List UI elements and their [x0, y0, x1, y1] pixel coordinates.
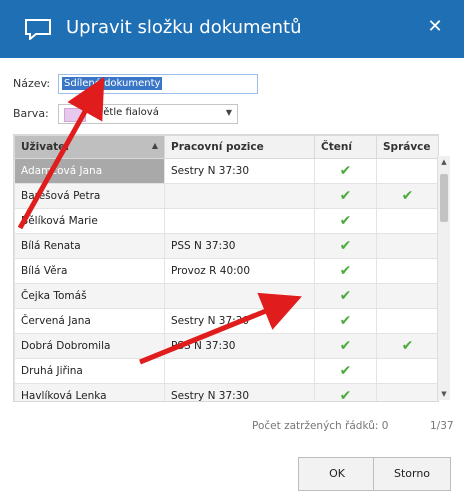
position-cell: PSS N 37:30 — [164, 233, 315, 259]
table-row[interactable]: Červená Jana Sestry N 37:30 ✔ — [14, 308, 438, 334]
read-checkbox[interactable]: ✔ — [314, 183, 377, 209]
admin-checkbox[interactable] — [376, 258, 438, 284]
color-label: Barva: — [13, 107, 49, 120]
user-cell: Bílá Renata — [14, 233, 165, 259]
column-header-user-label: Uživatel — [21, 141, 69, 153]
check-icon: ✔ — [401, 188, 414, 204]
close-icon[interactable]: ✕ — [424, 16, 446, 38]
check-icon: ✔ — [339, 188, 352, 204]
admin-checkbox[interactable] — [376, 233, 438, 259]
ok-button[interactable]: OK — [298, 457, 376, 491]
user-cell: Dobrá Dobromila — [14, 333, 165, 359]
read-checkbox[interactable]: ✔ — [314, 158, 377, 184]
check-icon: ✔ — [339, 238, 352, 254]
position-cell: Sestry N 37:30 — [164, 308, 315, 334]
check-icon: ✔ — [401, 338, 414, 354]
table-row[interactable]: Bělíková Marie ✔ — [14, 208, 438, 234]
admin-checkbox[interactable]: ✔ — [376, 183, 438, 209]
user-cell: Bělíková Marie — [14, 208, 165, 234]
scroll-up-icon[interactable]: ▲ — [438, 156, 450, 168]
users-grid[interactable]: Uživatel ▲ Pracovní pozice Čtení Správce… — [13, 134, 439, 402]
scroll-down-icon[interactable]: ▼ — [438, 388, 450, 400]
check-icon: ✔ — [339, 213, 352, 229]
read-checkbox[interactable]: ✔ — [314, 233, 377, 259]
admin-checkbox[interactable] — [376, 308, 438, 334]
user-cell: Havlíková Lenka — [14, 383, 165, 401]
check-icon: ✔ — [339, 388, 352, 402]
table-row[interactable]: Bílá Renata PSS N 37:30 ✔ — [14, 233, 438, 259]
chevron-down-icon[interactable]: ▼ — [226, 108, 232, 117]
read-checkbox[interactable]: ✔ — [314, 333, 377, 359]
read-checkbox[interactable]: ✔ — [314, 383, 377, 402]
user-cell: Bílá Věra — [14, 258, 165, 284]
column-header-position[interactable]: Pracovní pozice — [164, 135, 315, 159]
title-bar: Upravit složku dokumentů ✕ — [0, 0, 464, 58]
grid-header-row: Uživatel ▲ Pracovní pozice Čtení Správce — [14, 135, 438, 159]
column-header-user[interactable]: Uživatel ▲ — [14, 135, 165, 159]
check-icon: ✔ — [339, 288, 352, 304]
cancel-button[interactable]: Storno — [373, 457, 451, 491]
admin-checkbox[interactable] — [376, 208, 438, 234]
check-icon: ✔ — [339, 363, 352, 379]
table-row[interactable]: Adamcová Jana Sestry N 37:30 ✔ — [14, 158, 438, 184]
color-swatch — [64, 108, 86, 122]
admin-checkbox[interactable] — [376, 158, 438, 184]
name-label: Název: — [13, 77, 51, 90]
color-select[interactable]: Světle fialová ▼ — [58, 104, 238, 124]
user-cell: Červená Jana — [14, 308, 165, 334]
position-cell — [164, 208, 315, 234]
user-cell: Druhá Jiřina — [14, 358, 165, 384]
color-select-value: Světle fialová — [91, 107, 159, 118]
table-row[interactable]: Havlíková Lenka Sestry N 37:30 ✔ — [14, 383, 438, 402]
user-cell: Adamcová Jana — [14, 158, 165, 184]
check-icon: ✔ — [339, 338, 352, 354]
dialog-title: Upravit složku dokumentů — [66, 17, 302, 38]
check-icon: ✔ — [339, 163, 352, 179]
read-checkbox[interactable]: ✔ — [314, 283, 377, 309]
position-cell: PSS N 37:30 — [164, 333, 315, 359]
position-cell — [164, 283, 315, 309]
read-checkbox[interactable]: ✔ — [314, 258, 377, 284]
table-row[interactable]: Čejka Tomáš ✔ — [14, 283, 438, 309]
position-cell — [164, 358, 315, 384]
column-header-read[interactable]: Čtení — [314, 135, 377, 159]
admin-checkbox[interactable] — [376, 383, 438, 401]
page-indicator: 1/37 — [430, 420, 454, 432]
sort-asc-icon: ▲ — [151, 141, 158, 150]
admin-checkbox[interactable] — [376, 283, 438, 309]
position-cell: Provoz R 40:00 — [164, 258, 315, 284]
scrollbar-thumb[interactable] — [440, 174, 448, 222]
user-cell: Čejka Tomáš — [14, 283, 165, 309]
chat-icon — [25, 19, 51, 40]
name-input-value: Sdílené dokumenty — [62, 77, 163, 90]
admin-checkbox[interactable]: ✔ — [376, 333, 438, 359]
read-checkbox[interactable]: ✔ — [314, 358, 377, 384]
user-cell: Barešová Petra — [14, 183, 165, 209]
check-icon: ✔ — [339, 263, 352, 279]
position-cell — [164, 183, 315, 209]
table-row[interactable]: Dobrá Dobromila PSS N 37:30 ✔ ✔ — [14, 333, 438, 359]
table-row[interactable]: Bílá Věra Provoz R 40:00 ✔ — [14, 258, 438, 284]
name-input[interactable]: Sdílené dokumenty — [58, 74, 258, 94]
read-checkbox[interactable]: ✔ — [314, 208, 377, 234]
table-row[interactable]: Druhá Jiřina ✔ — [14, 358, 438, 384]
admin-checkbox[interactable] — [376, 358, 438, 384]
read-checkbox[interactable]: ✔ — [314, 308, 377, 334]
vertical-scrollbar[interactable]: ▲ ▼ — [437, 156, 450, 400]
position-cell: Sestry N 37:30 — [164, 158, 315, 184]
checked-rows-count: Počet zatržených řádků: 0 — [252, 420, 389, 432]
position-cell: Sestry N 37:30 — [164, 383, 315, 401]
table-row[interactable]: Barešová Petra ✔ ✔ — [14, 183, 438, 209]
check-icon: ✔ — [339, 313, 352, 329]
column-header-admin[interactable]: Správce — [376, 135, 438, 159]
